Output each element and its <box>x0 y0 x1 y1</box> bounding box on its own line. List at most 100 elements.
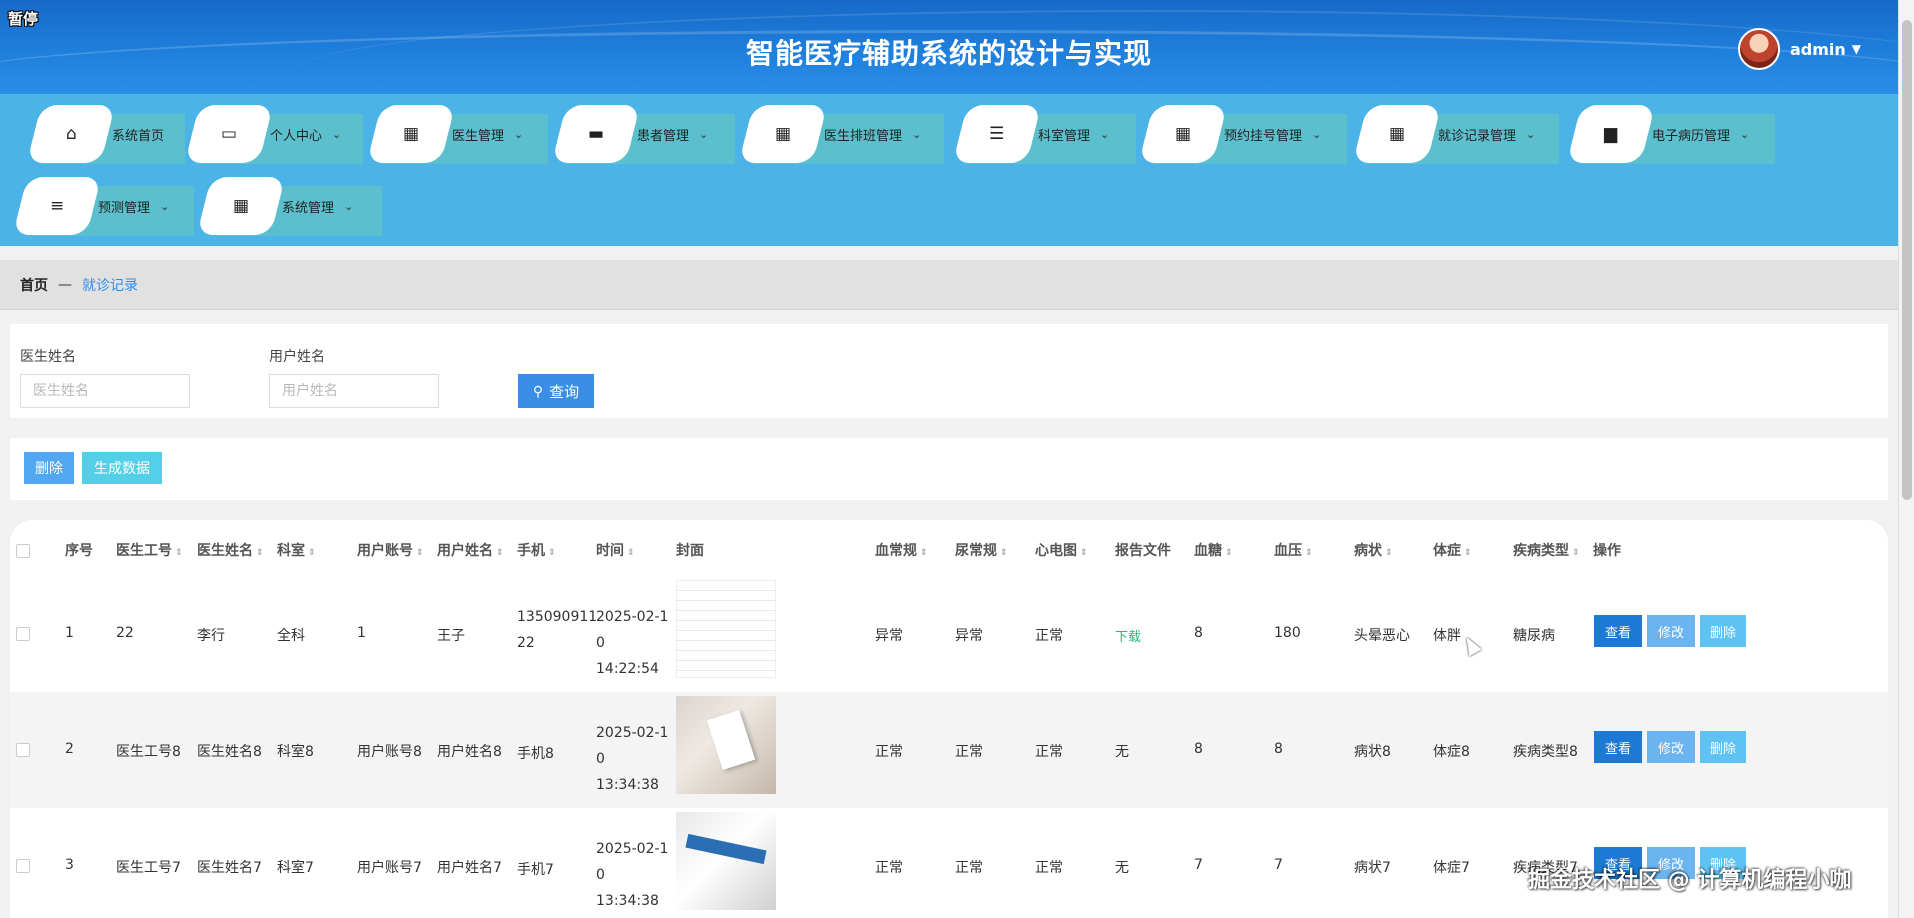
nav-item-label: 个人中心 <box>270 128 323 144</box>
col-ecg-label: 心电图 <box>1035 543 1077 559</box>
col-sign-label: 体症 <box>1433 543 1461 559</box>
cell-pressure: 180 <box>1274 625 1301 641</box>
sort-icon[interactable]: ⇕ <box>1385 548 1393 558</box>
nav-item[interactable]: ☰ 科室管理 ⌄ <box>946 104 1136 164</box>
view-button[interactable]: 查看 <box>1594 615 1642 647</box>
cell-urine: 异常 <box>955 628 983 644</box>
row-checkbox[interactable] <box>16 859 30 873</box>
col-pressure-label: 血压 <box>1274 543 1302 559</box>
col-pressure[interactable]: 血压 ⇕ <box>1274 540 1313 560</box>
sort-icon[interactable]: ⇕ <box>416 548 424 558</box>
cell-urine: 正常 <box>955 860 983 876</box>
nav-item-label: 预约挂号管理 <box>1224 128 1303 144</box>
nav-item[interactable]: ▆ 电子病历管理 ⌄ <box>1560 104 1775 164</box>
sort-icon[interactable]: ⇕ <box>1000 548 1008 558</box>
site-title: 智能医疗辅助系统的设计与实现 <box>745 37 1152 70</box>
nav-item[interactable]: ≡ 预测管理 ⌄ <box>6 176 194 236</box>
col-doctor-name[interactable]: 医生姓名 ⇕ <box>197 540 264 560</box>
cell-symptom: 病状8 <box>1354 744 1391 760</box>
user-name-input[interactable] <box>269 374 439 408</box>
breadcrumb-current[interactable]: 就诊记录 <box>82 275 138 295</box>
view-button[interactable]: 查看 <box>1594 731 1642 763</box>
cover-image[interactable] <box>676 580 776 678</box>
row-delete-button[interactable]: 删除 <box>1700 731 1746 763</box>
download-link[interactable]: 下载 <box>1115 626 1141 645</box>
sort-icon[interactable]: ⇕ <box>627 548 635 558</box>
cover-image[interactable] <box>676 696 776 794</box>
col-sign[interactable]: 体症 ⇕ <box>1433 540 1472 560</box>
sort-icon[interactable]: ⇕ <box>1080 548 1088 558</box>
nav-item[interactable]: ▦ 预约挂号管理 ⌄ <box>1132 104 1347 164</box>
breadcrumb-home[interactable]: 首页 <box>20 275 48 295</box>
nav-item[interactable]: ▦ 医生管理 ⌄ <box>360 104 548 164</box>
sort-icon[interactable]: ⇕ <box>1225 548 1233 558</box>
edit-button[interactable]: 修改 <box>1647 731 1695 763</box>
col-report: 报告文件 <box>1115 543 1171 559</box>
col-user-name[interactable]: 用户姓名 ⇕ <box>437 540 504 560</box>
cell-glucose: 7 <box>1194 857 1203 873</box>
cell-dept: 全科 <box>277 628 305 644</box>
delete-button[interactable]: 删除 <box>24 452 74 484</box>
user-name[interactable]: admin <box>1790 40 1846 59</box>
chevron-down-icon: ⌄ <box>1740 127 1750 141</box>
scrollbar-thumb[interactable] <box>1902 20 1912 500</box>
cell-time: 2025-02-1 0 14:22:54 <box>596 609 669 677</box>
edit-button[interactable]: 修改 <box>1647 615 1695 647</box>
nav-item[interactable]: ▦ 就诊记录管理 ⌄ <box>1346 104 1559 164</box>
breadcrumb: 首页 — 就诊记录 <box>0 260 1898 310</box>
col-doctor-id[interactable]: 医生工号 ⇕ <box>116 540 183 560</box>
caret-down-icon[interactable]: ▼ <box>1852 42 1861 56</box>
col-symptom[interactable]: 病状 ⇕ <box>1354 540 1393 560</box>
row-checkbox[interactable] <box>16 743 30 757</box>
sort-icon[interactable]: ⇕ <box>1305 548 1313 558</box>
app-header: 暂停 智能医疗辅助系统的设计与实现 admin ▼ <box>0 0 1898 94</box>
nav-item[interactable]: ▭ 个人中心 ⌄ <box>178 104 363 164</box>
row-checkbox[interactable] <box>16 627 30 641</box>
select-all-checkbox[interactable] <box>16 544 30 558</box>
nav-item[interactable]: ▦ 医生排班管理 ⌄ <box>732 104 944 164</box>
row-delete-button[interactable]: 删除 <box>1700 615 1746 647</box>
sort-icon[interactable]: ⇕ <box>496 548 504 558</box>
sort-icon[interactable]: ⇕ <box>1464 548 1472 558</box>
sort-icon[interactable]: ⇕ <box>256 548 264 558</box>
doctor-name-input[interactable] <box>20 374 190 408</box>
col-ecg[interactable]: 心电图 ⇕ <box>1035 540 1088 560</box>
cell-doctor-name: 李行 <box>197 628 225 644</box>
col-blood[interactable]: 血常规 ⇕ <box>875 540 928 560</box>
nav-item[interactable]: ⌂ 系统首页 <box>20 104 185 164</box>
col-time[interactable]: 时间 ⇕ <box>596 540 635 560</box>
search-panel: 医生姓名 用户姓名 ⚲ 查询 <box>10 324 1888 418</box>
cell-pressure: 8 <box>1274 741 1283 757</box>
vertical-scrollbar[interactable] <box>1898 0 1914 918</box>
cell-glucose: 8 <box>1194 741 1203 757</box>
nav-item[interactable]: ▦ 系统管理 ⌄ <box>190 176 382 236</box>
avatar[interactable] <box>1738 28 1780 70</box>
col-dept-label: 科室 <box>277 543 305 559</box>
user-menu[interactable]: admin ▼ <box>1738 28 1861 70</box>
sort-icon[interactable]: ⇕ <box>548 548 556 558</box>
col-phone[interactable]: 手机 ⇕ <box>517 540 556 560</box>
cell-disease: 糖尿病 <box>1513 628 1555 644</box>
cell-dept: 科室8 <box>277 744 314 760</box>
col-urine[interactable]: 尿常规 ⇕ <box>955 540 1008 560</box>
sort-icon[interactable]: ⇕ <box>175 548 183 558</box>
nav-item[interactable]: ▬ 患者管理 ⌄ <box>545 104 735 164</box>
query-button-label: 查询 <box>549 383 580 401</box>
sort-icon[interactable]: ⇕ <box>920 548 928 558</box>
query-button[interactable]: ⚲ 查询 <box>518 374 594 408</box>
cell-user-account: 1 <box>357 625 366 641</box>
sort-icon[interactable]: ⇕ <box>1572 548 1580 558</box>
col-dept[interactable]: 科室 ⇕ <box>277 540 316 560</box>
cell-index: 1 <box>65 625 74 641</box>
col-glucose-label: 血糖 <box>1194 543 1222 559</box>
sort-icon[interactable]: ⇕ <box>308 548 316 558</box>
generate-data-button[interactable]: 生成数据 <box>82 452 162 484</box>
cover-image[interactable] <box>676 812 776 910</box>
nav-item-label: 患者管理 <box>637 128 690 144</box>
col-user-account[interactable]: 用户账号 ⇕ <box>357 540 424 560</box>
chevron-down-icon: ⌄ <box>344 199 354 213</box>
col-phone-label: 手机 <box>517 543 545 559</box>
chevron-down-icon: ⌄ <box>514 127 524 141</box>
col-glucose[interactable]: 血糖 ⇕ <box>1194 540 1233 560</box>
col-disease[interactable]: 疾病类型 ⇕ <box>1513 540 1580 560</box>
